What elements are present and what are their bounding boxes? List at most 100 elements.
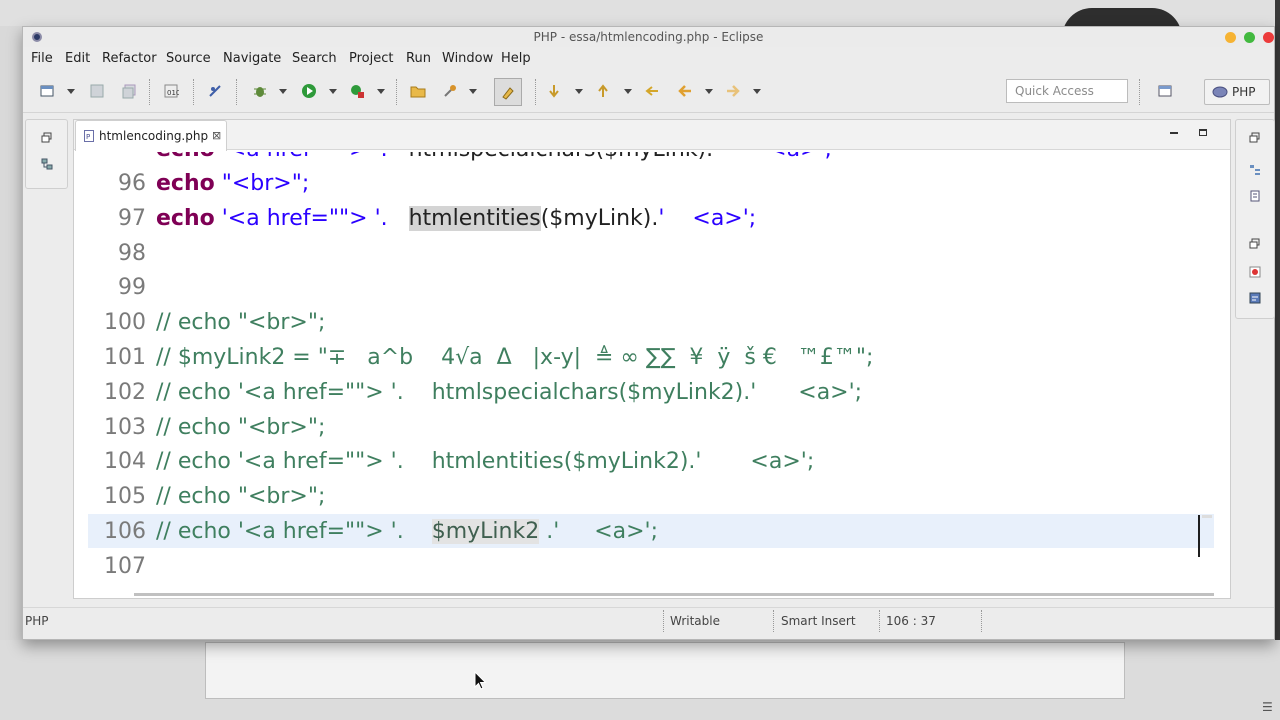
code-line[interactable]: 100 // echo "<br>"; <box>88 305 1214 339</box>
quick-access-input[interactable]: Quick Access <box>1006 79 1128 103</box>
code-token: $myLink2 <box>431 519 540 544</box>
line-code: echo '<a href=""> '. htmlentities($myLin… <box>156 205 756 231</box>
external-tools-icon[interactable] <box>349 83 365 99</box>
menu-project[interactable]: Project <box>349 51 393 66</box>
mark-occurrences-toggle[interactable] <box>494 78 522 106</box>
outline-icon[interactable] <box>1249 164 1261 176</box>
run-dropdown-arrow[interactable] <box>329 89 337 94</box>
external-tools-dropdown-arrow[interactable] <box>377 89 385 94</box>
status-separator <box>981 610 982 632</box>
line-code: // echo "<br>"; <box>156 484 325 509</box>
problems-icon[interactable] <box>1249 266 1261 278</box>
code-line[interactable]: 106 // echo '<a href=""> '. $myLink2 .' <… <box>88 514 1214 548</box>
skip-breakpoints-icon[interactable] <box>207 83 223 99</box>
toolbar-separator <box>396 79 397 105</box>
back-dropdown-arrow[interactable] <box>705 89 713 94</box>
last-edit-location-icon[interactable] <box>644 83 660 99</box>
restore-icon[interactable] <box>41 132 53 144</box>
console-icon[interactable] <box>1249 292 1261 304</box>
new-dropdown-arrow[interactable] <box>67 89 75 94</box>
tab-label: htmlencoding.php <box>99 129 209 143</box>
code-line[interactable]: 107 <box>88 549 1214 583</box>
menu-edit[interactable]: Edit <box>65 51 90 66</box>
previous-annotation-icon[interactable] <box>595 83 611 99</box>
mouse-cursor-icon <box>474 671 487 690</box>
code-line[interactable]: 102 // echo '<a href=""> '. htmlspecialch… <box>88 375 1214 409</box>
toolbar-separator <box>1139 79 1140 105</box>
previous-annotation-dropdown-arrow[interactable] <box>624 89 632 94</box>
pin-dropdown-arrow[interactable] <box>469 89 477 94</box>
status-bar: PHP Writable Smart Insert 106 : 37 <box>23 607 1274 633</box>
forward-icon[interactable] <box>725 83 741 99</box>
code-line[interactable]: 103 // echo "<br>"; <box>88 410 1214 444</box>
line-number: 107 <box>104 553 146 579</box>
line-number: 99 <box>118 275 146 301</box>
tab-close-icon[interactable]: ⊠ <box>212 129 221 142</box>
project-explorer-icon[interactable] <box>41 158 53 170</box>
php-perspective-button[interactable]: PHP <box>1204 79 1270 105</box>
status-separator <box>773 610 774 632</box>
next-annotation-dropdown-arrow[interactable] <box>575 89 583 94</box>
eclipse-window: PHP - essa/htmlencoding.php - Eclipse Fi… <box>22 26 1275 640</box>
run-icon[interactable] <box>301 83 317 99</box>
code-token: .' <a>'; <box>539 519 659 544</box>
menu-navigate[interactable]: Navigate <box>223 51 281 66</box>
back-icon[interactable] <box>677 83 693 99</box>
window-title: PHP - essa/htmlencoding.php - Eclipse <box>533 30 764 44</box>
menu-file[interactable]: File <box>31 51 53 66</box>
code-token: "<br>"; <box>214 171 310 196</box>
minimize-button[interactable] <box>1225 32 1236 43</box>
code-line[interactable]: 96 echo "<br>"; <box>88 166 1214 200</box>
menu-lines-icon: ☰ <box>1262 700 1273 714</box>
next-annotation-icon[interactable] <box>546 83 562 99</box>
new-icon[interactable] <box>39 83 55 99</box>
toolbar-separator <box>535 79 536 105</box>
open-folder-icon[interactable] <box>410 83 426 99</box>
php-editor: P htmlencoding.php ⊠ echo '<a href=""> '… <box>73 119 1231 599</box>
menu-window[interactable]: Window <box>442 51 493 66</box>
code-area[interactable]: echo '<a href=""> '. htmlspecialchars($m… <box>88 152 1214 594</box>
line-number: 97 <box>118 205 146 231</box>
editor-maximize-icon[interactable] <box>1199 129 1207 136</box>
code-token: htmlentities <box>408 205 541 231</box>
restore-icon[interactable] <box>1249 238 1261 250</box>
close-button[interactable] <box>1263 32 1274 43</box>
menu-search[interactable]: Search <box>292 51 337 66</box>
editor-minimize-icon[interactable] <box>1170 132 1178 134</box>
code-line[interactable]: 97 echo '<a href=""> '. htmlentities($myL… <box>88 201 1214 235</box>
code-line[interactable]: 104 // echo '<a href=""> '. htmlentities(… <box>88 444 1214 478</box>
status-separator <box>663 610 664 632</box>
code-token: ($myLink). <box>540 205 659 231</box>
maximize-button[interactable] <box>1244 32 1255 43</box>
line-code: // echo '<a href=""> '. htmlspecialchars… <box>156 380 862 405</box>
code-token: echo <box>156 171 215 196</box>
menu-help[interactable]: Help <box>501 51 531 66</box>
pin-icon[interactable] <box>442 83 458 99</box>
line-code: // echo '<a href=""> '. htmlentities($my… <box>156 449 814 474</box>
menu-refactor[interactable]: Refactor <box>102 51 157 66</box>
line-code: // $myLink2 = "∓ a^b 4√a Δ |x-y| ≜ ∞ ∑∑ … <box>156 345 873 370</box>
code-line-partial: echo '<a href=""> '. htmlspecialchars($m… <box>88 152 1214 166</box>
php-perspective-icon <box>1212 86 1228 98</box>
horizontal-scrollbar[interactable] <box>134 593 1214 596</box>
restore-icon[interactable] <box>1249 132 1261 144</box>
line-number: 96 <box>118 171 146 196</box>
code-line[interactable]: 98 <box>88 236 1214 270</box>
status-separator <box>879 610 880 632</box>
menu-source[interactable]: Source <box>166 51 211 66</box>
code-line[interactable]: 101 // $myLink2 = "∓ a^b 4√a Δ |x-y| ≜ ∞ … <box>88 340 1214 374</box>
code-token: // echo '<a href=""> '. htmlspecialchars… <box>156 379 863 405</box>
save-icon[interactable] <box>89 83 105 99</box>
tasks-icon[interactable] <box>1249 190 1261 202</box>
forward-dropdown-arrow[interactable] <box>753 89 761 94</box>
open-perspective-icon[interactable] <box>1157 83 1173 99</box>
code-line[interactable]: 99 <box>88 270 1214 304</box>
debug-dropdown-arrow[interactable] <box>279 89 287 94</box>
save-all-icon[interactable] <box>121 83 137 99</box>
tab-htmlencoding-php[interactable]: P htmlencoding.php ⊠ <box>75 120 227 151</box>
debug-icon[interactable] <box>252 83 268 99</box>
open-type-icon[interactable]: 010 <box>163 83 179 99</box>
main-toolbar: 010 Quick Access PHP <box>23 73 1274 113</box>
code-line[interactable]: 105 // echo "<br>"; <box>88 479 1214 513</box>
menu-run[interactable]: Run <box>406 51 431 66</box>
